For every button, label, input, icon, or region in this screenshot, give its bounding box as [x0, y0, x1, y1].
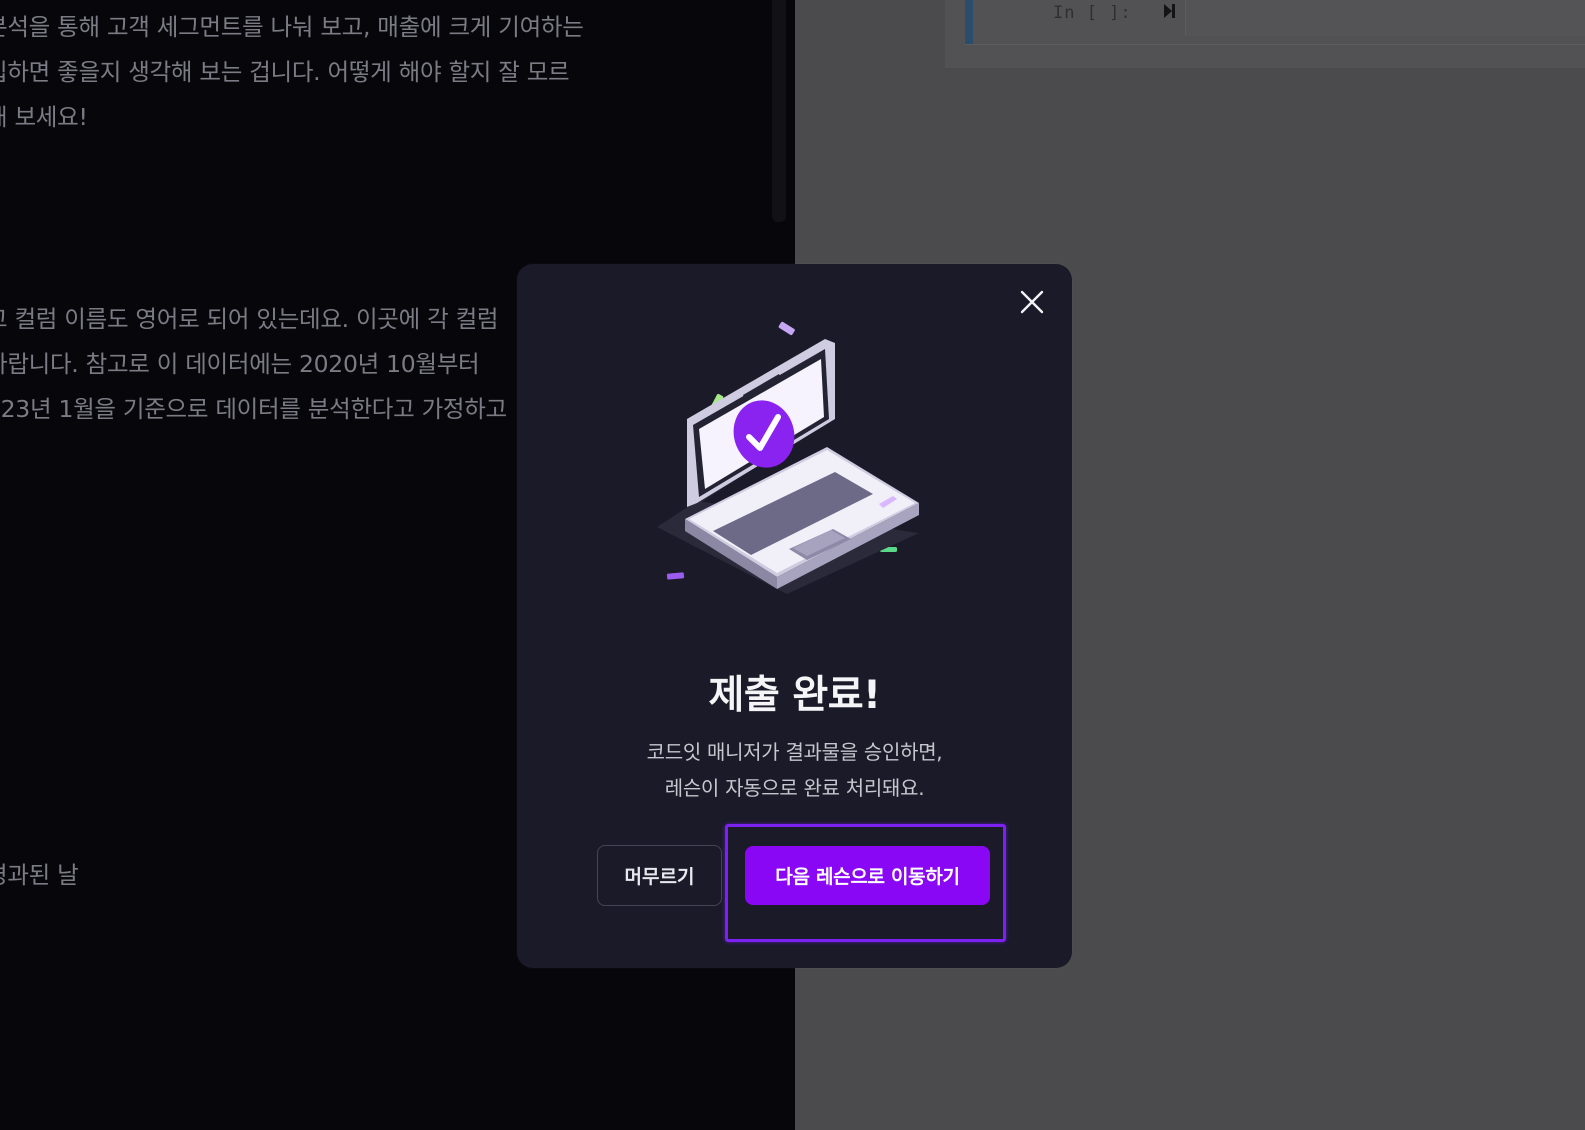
lesson-paragraph: 고 컬럼 이름도 영어로 되어 있는데요. 이곳에 각 컬럼 바랍니다. 참고로… [0, 297, 507, 432]
close-icon [1020, 290, 1044, 314]
lesson-line: 집하면 좋을지 생각해 보는 겁니다. 어떻게 해야 할지 잘 모르 [0, 58, 570, 86]
dialog-title: 제출 완료! [708, 673, 881, 718]
lesson-line: 해 보세요! [0, 103, 88, 131]
submission-complete-dialog: 제출 완료! 코드잇 매니저가 결과물을 승인하면, 레슨이 자동으로 완료 처… [517, 264, 1072, 968]
lesson-paragraph: 경과된 날 [0, 853, 79, 898]
dialog-description: 코드잇 매니저가 결과물을 승인하면, 레슨이 자동으로 완료 처리돼요. [517, 734, 1072, 806]
cell-selection-bar [965, 0, 973, 44]
next-lesson-button[interactable]: 다음 레슨으로 이동하기 [745, 846, 990, 905]
cell-prompt: In [ ]: [1053, 3, 1132, 23]
run-to-end-icon[interactable] [1163, 2, 1177, 25]
laptop-check-icon [657, 319, 937, 599]
close-button[interactable] [1014, 284, 1050, 320]
dialog-description-line: 레슨이 자동으로 완료 처리돼요. [664, 776, 925, 800]
lesson-scrollbar[interactable] [772, 0, 786, 222]
stay-button[interactable]: 머무르기 [597, 845, 722, 906]
app-screen: 분석을 통해 고객 세그먼트를 나눠 보고, 매출에 크게 기여하는 집하면 좋… [0, 0, 1585, 1130]
lesson-line: 분석을 통해 고객 세그먼트를 나눠 보고, 매출에 크게 기여하는 [0, 13, 584, 41]
lesson-line: 고 컬럼 이름도 영어로 되어 있는데요. 이곳에 각 컬럼 [0, 305, 499, 333]
dialog-description-line: 코드잇 매니저가 결과물을 승인하면, [646, 740, 943, 764]
notebook-cell[interactable]: In [ ]: [945, 0, 1585, 68]
cell-input[interactable] [1185, 0, 1585, 36]
lesson-line: 023년 1월을 기준으로 데이터를 분석한다고 가정하고 [0, 395, 507, 423]
lesson-line: 경과된 날 [0, 861, 79, 889]
lesson-line: 바랍니다. 참고로 이 데이터에는 2020년 10월부터 [0, 350, 480, 378]
lesson-paragraph: 분석을 통해 고객 세그먼트를 나눠 보고, 매출에 크게 기여하는 집하면 좋… [0, 5, 584, 140]
